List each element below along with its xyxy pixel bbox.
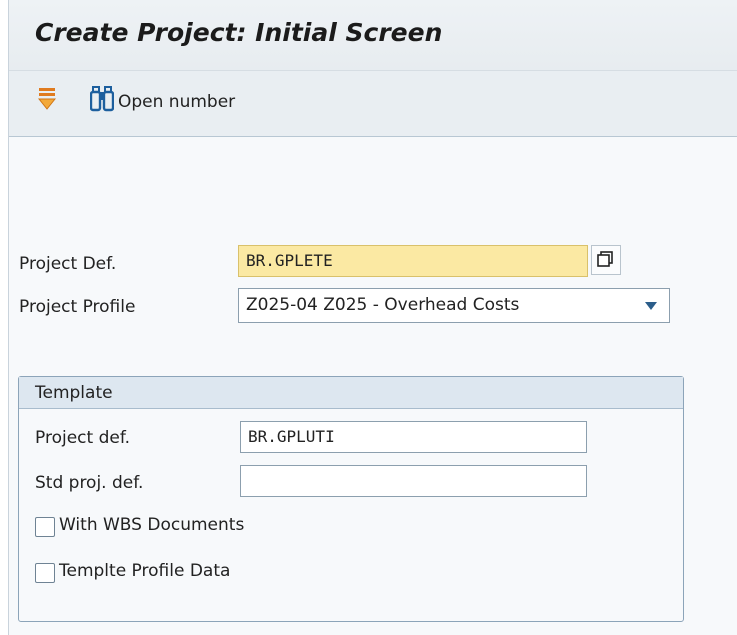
with-wbs-documents-label: With WBS Documents xyxy=(59,515,245,535)
page-title: Create Project: Initial Screen xyxy=(35,18,443,47)
filter-icon[interactable] xyxy=(38,87,56,111)
std-proj-def-label: Std proj. def. xyxy=(35,473,144,493)
open-number-button[interactable]: Open number xyxy=(118,92,235,112)
title-bar: Create Project: Initial Screen xyxy=(9,0,737,71)
project-profile-label: Project Profile xyxy=(19,297,136,317)
std-proj-def-input[interactable] xyxy=(240,465,587,497)
sap-window: Create Project: Initial Screen Open numb… xyxy=(8,0,737,635)
template-group-header: Template xyxy=(19,377,683,409)
value-help-button[interactable] xyxy=(591,245,621,275)
template-group-title: Template xyxy=(35,383,113,403)
application-toolbar: Open number xyxy=(9,71,737,137)
chevron-down-icon[interactable] xyxy=(645,302,657,310)
template-profile-data-label: Templte Profile Data xyxy=(59,561,231,581)
project-def-input[interactable]: BR.GPLETE xyxy=(238,245,588,277)
binoculars-icon[interactable] xyxy=(90,86,114,112)
project-profile-select[interactable]: Z025-04 Z025 - Overhead Costs xyxy=(238,288,670,323)
project-def-label: Project Def. xyxy=(19,254,117,274)
with-wbs-documents-checkbox[interactable] xyxy=(35,517,55,537)
template-group: Template Project def. BR.GPLUTI Std proj… xyxy=(18,376,684,622)
template-project-def-input[interactable]: BR.GPLUTI xyxy=(240,421,587,453)
template-profile-data-checkbox[interactable] xyxy=(35,563,55,583)
copy-icon xyxy=(597,251,613,267)
template-project-def-label: Project def. xyxy=(35,428,130,448)
project-profile-value: Z025-04 Z025 - Overhead Costs xyxy=(246,295,520,315)
